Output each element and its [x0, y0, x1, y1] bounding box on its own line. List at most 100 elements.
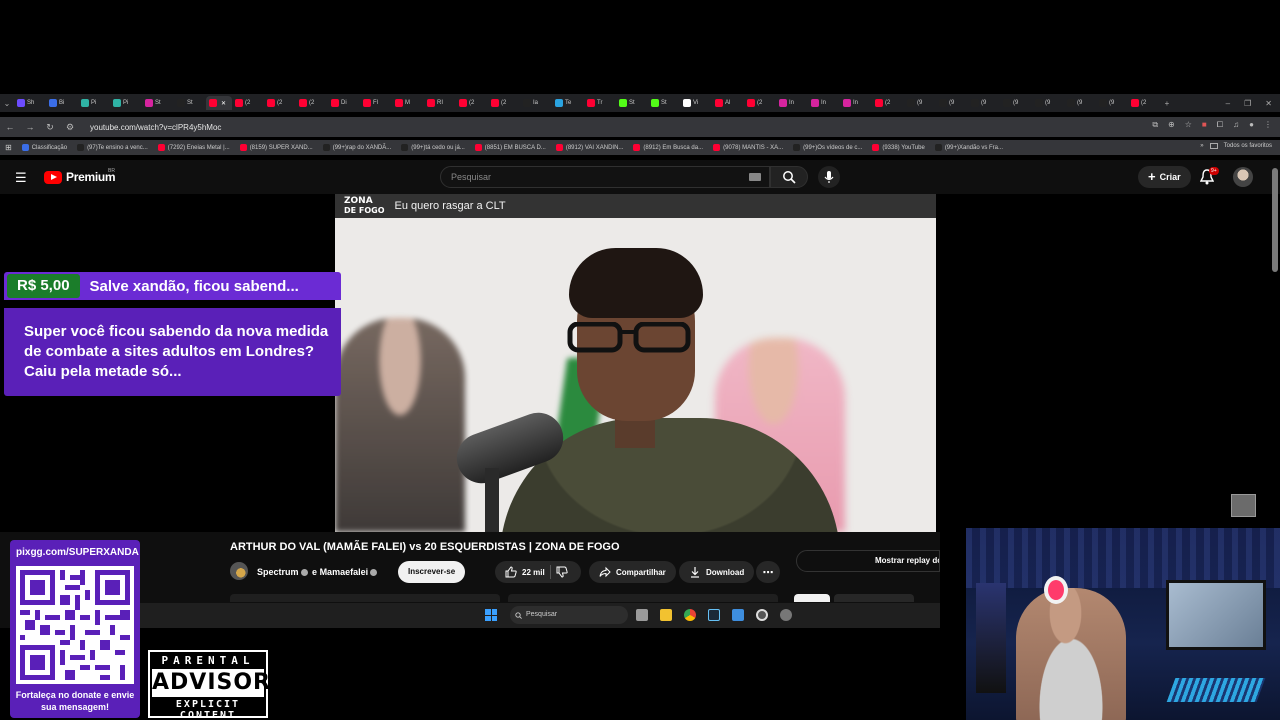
back-icon[interactable]: ←: [0, 122, 20, 132]
reload-icon[interactable]: ↻: [40, 122, 60, 133]
keyboard-icon[interactable]: [749, 173, 761, 181]
puzzle-icon[interactable]: ⧠: [1217, 120, 1223, 130]
comment-box[interactable]: [508, 594, 778, 602]
extension-icon[interactable]: ■: [1202, 120, 1207, 130]
settings-icon[interactable]: [780, 609, 792, 621]
bookmark-item[interactable]: (8912) VAI XANDIN...: [551, 144, 629, 151]
like-button[interactable]: 22 mil: [505, 566, 545, 578]
browser-tab[interactable]: (9: [1096, 96, 1128, 110]
browser-tab[interactable]: Te: [552, 96, 584, 110]
channel-name-2[interactable]: Mamaefalei: [320, 567, 369, 577]
browser-tab[interactable]: (2: [296, 96, 328, 110]
bookmark-item[interactable]: (8851) EM BUSCA D...: [470, 144, 551, 151]
install-icon[interactable]: ⧉: [1152, 120, 1158, 130]
page-scrollbar[interactable]: [1272, 168, 1278, 272]
browser-tab[interactable]: Vi: [680, 96, 712, 110]
search-button[interactable]: [770, 166, 808, 188]
browser-tab[interactable]: St: [648, 96, 680, 110]
browser-tab[interactable]: Al: [712, 96, 744, 110]
task-view-icon[interactable]: [636, 609, 648, 621]
browser-tab[interactable]: St: [174, 96, 206, 110]
tab-list-icon[interactable]: ⌄: [0, 96, 14, 110]
more-bookmarks-icon[interactable]: »: [1200, 143, 1203, 149]
browser-tab[interactable]: (9: [1064, 96, 1096, 110]
bookmark-item[interactable]: Classificação: [17, 144, 72, 151]
media-icon[interactable]: ♫: [1233, 120, 1239, 130]
new-tab-icon[interactable]: +: [1160, 96, 1174, 110]
browser-tab[interactable]: St: [616, 96, 648, 110]
browser-tab[interactable]: (9: [968, 96, 1000, 110]
more-actions-button[interactable]: ⋯: [756, 561, 780, 583]
browser-tab[interactable]: Pi: [110, 96, 142, 110]
bookmark-star-icon[interactable]: ☆: [1185, 120, 1192, 130]
profile-icon[interactable]: ●: [1249, 120, 1254, 130]
forward-icon[interactable]: →: [20, 122, 40, 132]
hamburger-menu-icon[interactable]: ☰: [15, 170, 27, 186]
description-box[interactable]: [230, 594, 500, 602]
browser-tab[interactable]: ✕: [206, 96, 232, 110]
app-icon[interactable]: [732, 609, 744, 621]
browser-tab[interactable]: In: [840, 96, 872, 110]
browser-tab[interactable]: Bi: [46, 96, 78, 110]
browser-tab[interactable]: (9: [904, 96, 936, 110]
bookmark-item[interactable]: (7292) Eneias Metal |...: [153, 144, 235, 151]
browser-tab[interactable]: (2: [1128, 96, 1160, 110]
obs-icon[interactable]: [756, 609, 768, 621]
browser-tab[interactable]: (9: [936, 96, 968, 110]
url-field[interactable]: youtube.com/watch?v=clPR4y5hMoc: [90, 123, 221, 132]
maximize-icon[interactable]: ❐: [1244, 99, 1251, 108]
chip-all[interactable]: [794, 594, 830, 602]
menu-icon[interactable]: ⋮: [1264, 120, 1272, 130]
apps-icon[interactable]: ⊞: [0, 143, 17, 152]
taskbar-search[interactable]: Pesquisar: [510, 606, 628, 624]
zoom-icon[interactable]: ⊕: [1168, 120, 1175, 130]
chrome-icon[interactable]: [684, 609, 696, 621]
bookmark-item[interactable]: (99+)Xandão vs Fra...: [930, 144, 1008, 151]
browser-tab[interactable]: In: [808, 96, 840, 110]
channel-names[interactable]: Spectrum e Mamaefalei: [257, 567, 379, 577]
browser-tab[interactable]: M: [392, 96, 424, 110]
browser-tab[interactable]: In: [776, 96, 808, 110]
windows-start-icon[interactable]: [485, 609, 497, 621]
bookmark-item[interactable]: (99+)Os vídeos de c...: [788, 144, 867, 151]
file-explorer-icon[interactable]: [660, 609, 672, 621]
browser-tab[interactable]: (2: [488, 96, 520, 110]
bookmark-item[interactable]: (9078) MANTIS - XA...: [708, 144, 788, 151]
browser-tab[interactable]: St: [142, 96, 174, 110]
bookmark-item[interactable]: (99+)rap do XANDÃ...: [318, 144, 397, 151]
browser-tab[interactable]: Ia: [520, 96, 552, 110]
bookmark-item[interactable]: (9338) YouTube: [867, 144, 929, 151]
voice-search-button[interactable]: [818, 166, 840, 188]
browser-tab[interactable]: (2: [264, 96, 296, 110]
bookmark-item[interactable]: (8912) Em Busca da...: [628, 144, 708, 151]
chat-replay-button[interactable]: Mostrar replay do: [796, 550, 940, 572]
download-button[interactable]: Download: [679, 561, 755, 583]
browser-tab[interactable]: Di: [328, 96, 360, 110]
close-window-icon[interactable]: ✕: [1265, 99, 1272, 108]
chip-related[interactable]: [834, 594, 914, 602]
browser-tab[interactable]: (9: [1032, 96, 1064, 110]
channel-avatar[interactable]: [230, 562, 248, 580]
search-input[interactable]: Pesquisar: [440, 166, 770, 188]
create-button[interactable]: + Criar: [1138, 166, 1191, 188]
browser-tab[interactable]: Sh: [14, 96, 46, 110]
bookmark-item[interactable]: (8159) SUPER XAND...: [235, 144, 318, 151]
close-tab-icon[interactable]: ✕: [221, 100, 226, 107]
site-info-icon[interactable]: ⚙: [60, 122, 80, 133]
browser-tab[interactable]: (2: [872, 96, 904, 110]
video-player[interactable]: ZONA DE FOGO Eu quero rasgar a CLT: [335, 194, 936, 532]
bookmark-item[interactable]: (97)Te ensino a venc...: [72, 144, 153, 151]
browser-tab[interactable]: RI: [424, 96, 456, 110]
all-bookmarks-link[interactable]: Todos os favoritos: [1224, 143, 1272, 149]
browser-tab[interactable]: Pi: [78, 96, 110, 110]
bookmark-item[interactable]: (99+)tá cedo ou já...: [396, 144, 470, 151]
avatar[interactable]: [1233, 167, 1253, 187]
browser-tab[interactable]: (2: [232, 96, 264, 110]
browser-tab[interactable]: Tr: [584, 96, 616, 110]
share-button[interactable]: Compartilhar: [589, 561, 676, 583]
browser-tab[interactable]: (9: [1000, 96, 1032, 110]
minimize-icon[interactable]: –: [1226, 99, 1230, 108]
youtube-logo[interactable]: Premium: [44, 170, 116, 184]
browser-tab[interactable]: Fl: [360, 96, 392, 110]
browser-tab[interactable]: (2: [456, 96, 488, 110]
